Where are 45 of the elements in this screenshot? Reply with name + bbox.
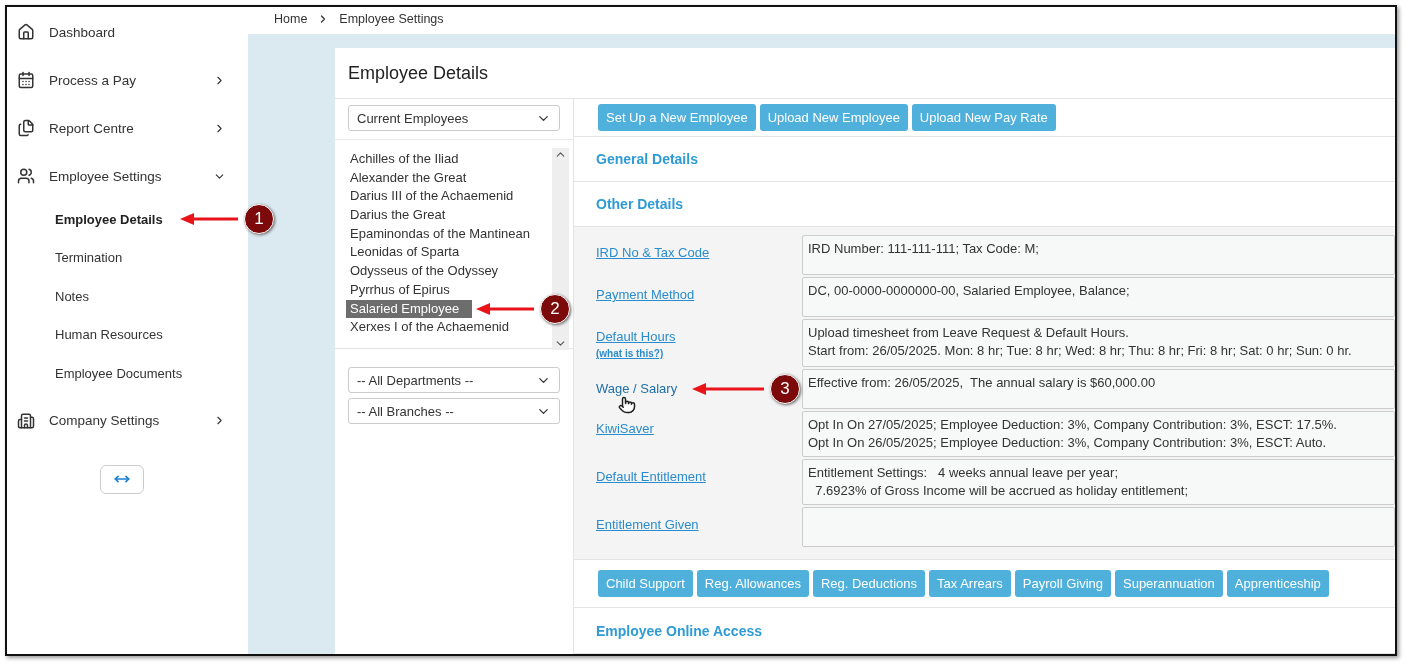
branch-dropdown[interactable]: -- All Branches --: [348, 398, 560, 424]
employee-list-item[interactable]: Achilles of the Iliad: [346, 150, 552, 169]
sidebar-subitem[interactable]: Employee Details: [55, 211, 163, 227]
detail-value-field: DC, 00-0000-0000000-00, Salaried Employee, Balance;: [802, 277, 1395, 317]
employee-list-item[interactable]: Darius the Great: [346, 206, 552, 225]
callout-arrow: [692, 382, 764, 395]
detail-value-field: Upload timesheet from Leave Request & Default Hours. Start from: 26/05/2025. Mon: 8 hr; Tue: 8 hr; Wed: 8 hr; Thu: 8 hr; Fri: 8 hr; Sat: 0 hr; Sun: 0 hr.: [802, 319, 1395, 367]
sidebar-item[interactable]: Report Centre: [7, 104, 248, 152]
card-title: Employee Details: [335, 48, 1395, 99]
detail-link[interactable]: Wage / Salary: [596, 381, 678, 396]
department-dropdown[interactable]: -- All Departments --: [348, 367, 560, 393]
employee-list-item[interactable]: Epaminondas of the Mantinean: [346, 224, 552, 244]
sidebar-item[interactable]: Company Settings: [7, 396, 248, 445]
scrollbar[interactable]: [552, 148, 569, 350]
sidebar-subitem[interactable]: Termination: [55, 250, 123, 266]
sidebar-subitem[interactable]: Employee Documents: [55, 365, 183, 381]
employee-list-item[interactable]: Darius III of the Achaemenid: [346, 187, 552, 207]
detail-value-field: Entitlement Settings: 4 weeks annual leave per year; 7.6923% of Gross Income will be accrued as holiday entitlement;: [802, 459, 1395, 505]
breadcrumb-link[interactable]: Home: [274, 11, 308, 26]
step-number: 2: [540, 293, 570, 324]
callout-arrow: [180, 213, 238, 226]
calendar-icon: [17, 71, 35, 89]
breadcrumb-link[interactable]: Employee Settings: [339, 11, 444, 26]
hand-cursor-icon: [618, 396, 636, 414]
detail-link[interactable]: Entitlement Given: [596, 517, 699, 532]
employee-filter-dropdown[interactable]: Current Employees: [348, 105, 560, 131]
people-icon: [17, 167, 35, 185]
callout-arrow: [476, 302, 534, 315]
house-icon: [17, 23, 35, 41]
detail-value-field: IRD Number: 111-111-111; Tax Code: M;: [802, 235, 1395, 275]
collapse-sidebar-button[interactable]: [100, 464, 144, 494]
detail-value-field: Opt In On 27/05/2025; Employee Deduction: 3%, Company Contribution: 3%, ESCT: 17.5%. Opt In On 26/05/2025; Employee Deduction: 3%, Company Contribution: 3%, ESCT: Auto.: [802, 411, 1395, 457]
sidebar-subitem[interactable]: Human Resources: [55, 327, 163, 343]
detail-value-field: Effective from: 26/05/2025, The annual salary is $60,000.00: [802, 369, 1395, 409]
employee-list-item[interactable]: Leonidas of Sparta: [346, 243, 552, 263]
building-icon: [17, 411, 35, 430]
sidebar-item[interactable]: Employee Settings: [7, 152, 248, 200]
step-number: 3: [770, 373, 800, 404]
sidebar-item[interactable]: Process a Pay: [7, 56, 248, 104]
sidebar-subitem[interactable]: Notes: [55, 288, 89, 304]
documents-icon: [17, 119, 35, 137]
employee-list-item[interactable]: Alexander the Great: [346, 168, 552, 188]
employee-list-item[interactable]: Salaried Employee: [346, 299, 472, 319]
employee-list-item[interactable]: Odysseus of the Odyssey: [346, 262, 552, 281]
sidebar-item[interactable]: Dashboard: [7, 8, 248, 56]
